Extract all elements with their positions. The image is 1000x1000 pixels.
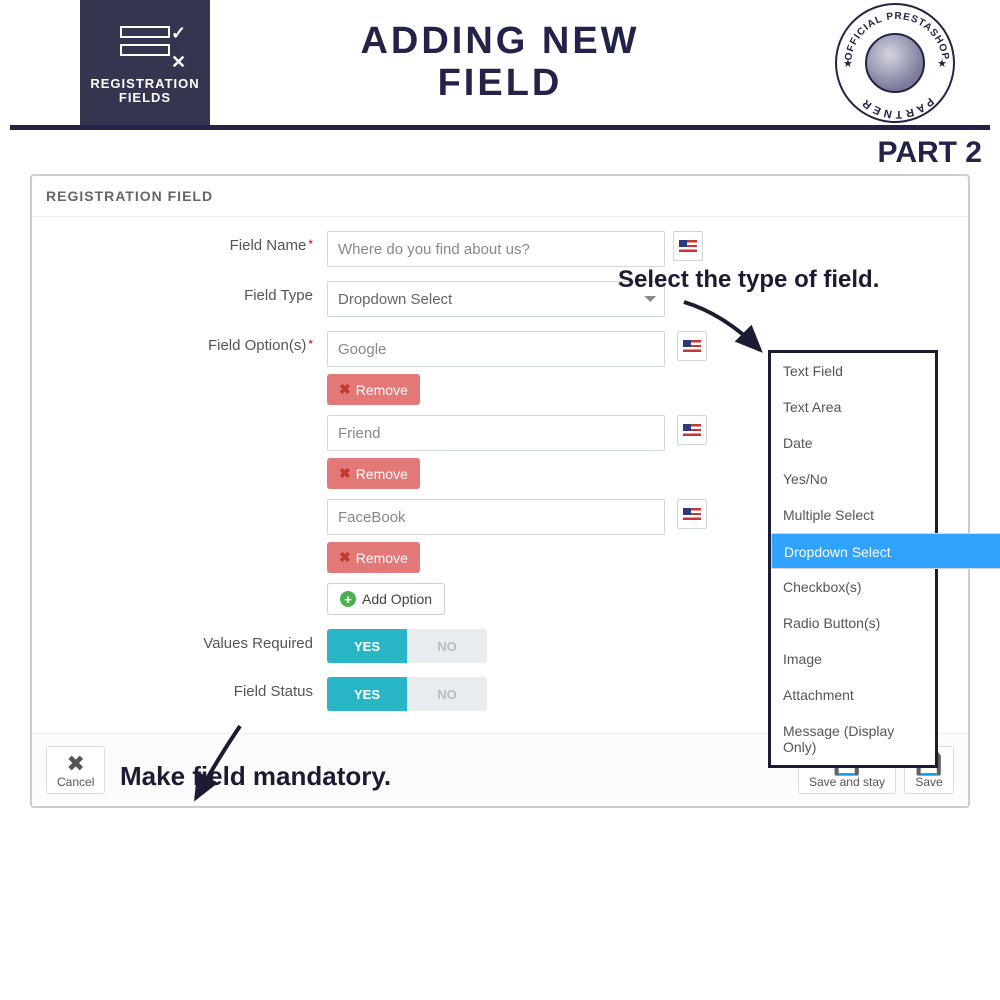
field-options-label: Field Option(s)* [52,331,327,354]
close-icon: ✖ [339,381,351,398]
header-banner: ✓✕ REGISTRATIONFIELDS ADDING NEWFIELD OF… [0,0,1000,125]
field-type-dropdown-list: Text FieldText AreaDateYes/NoMultiple Se… [768,350,938,768]
registration-field-panel: REGISTRATION FIELD Field Name* Field Typ… [30,174,970,808]
remove-option-button[interactable]: ✖Remove [327,374,420,405]
field-type-option[interactable]: Date [771,425,935,461]
lang-flag-button[interactable] [673,231,703,261]
remove-option-button[interactable]: ✖Remove [327,458,420,489]
field-type-option[interactable]: Attachment [771,677,935,713]
close-icon: ✖ [339,549,351,566]
plus-icon: + [340,591,356,607]
field-type-option[interactable]: Radio Button(s) [771,605,935,641]
flag-us-icon [679,240,697,252]
toggle-no[interactable]: NO [407,677,487,711]
toggle-no[interactable]: NO [407,629,487,663]
field-type-option[interactable]: Yes/No [771,461,935,497]
option-input-0[interactable] [327,331,665,367]
panel-heading: REGISTRATION FIELD [32,176,968,217]
field-type-option[interactable]: Message (Display Only) [771,713,935,765]
annotation-select-type: Select the type of field. [618,266,938,294]
field-type-option[interactable]: Checkbox(s) [771,569,935,605]
flag-us-icon [683,424,701,436]
values-required-toggle[interactable]: YES NO [327,629,487,663]
field-type-label: Field Type [52,281,327,304]
close-icon: ✖ [66,753,84,775]
arrow-icon [674,294,774,364]
field-status-toggle[interactable]: YES NO [327,677,487,711]
close-icon: ✖ [339,465,351,482]
field-status-label: Field Status [52,677,327,700]
field-type-option[interactable]: Dropdown Select [771,533,1000,569]
field-type-option[interactable]: Multiple Select [771,497,935,533]
option-input-2[interactable] [327,499,665,535]
svg-text:OFFICIAL PRESTASHOP: OFFICIAL PRESTASHOP [843,10,951,60]
annotation-mandatory: Make field mandatory. [120,761,391,792]
part-label: PART 2 [0,130,1000,174]
remove-option-button[interactable]: ✖Remove [327,542,420,573]
field-type-option[interactable]: Image [771,641,935,677]
cancel-button[interactable]: ✖ Cancel [46,746,105,794]
add-option-button[interactable]: +Add Option [327,583,445,615]
lang-flag-button[interactable] [677,499,707,529]
field-name-label: Field Name* [52,231,327,254]
partner-badge: OFFICIAL PRESTASHOP PARTNER ★ ★ [830,0,960,125]
lang-flag-button[interactable] [677,415,707,445]
field-type-option[interactable]: Text Field [771,353,935,389]
toggle-yes[interactable]: YES [327,629,407,663]
field-name-input[interactable] [327,231,665,267]
flag-us-icon [683,508,701,520]
module-badge: ✓✕ REGISTRATIONFIELDS [80,0,210,125]
values-required-label: Values Required [52,629,327,652]
option-input-1[interactable] [327,415,665,451]
page-title: ADDING NEWFIELD [360,21,639,105]
svg-text:PARTNER: PARTNER [858,94,936,119]
field-type-option[interactable]: Text Area [771,389,935,425]
toggle-yes[interactable]: YES [327,677,407,711]
arrow-icon [182,720,252,810]
field-type-select[interactable]: Dropdown Select [327,281,665,317]
